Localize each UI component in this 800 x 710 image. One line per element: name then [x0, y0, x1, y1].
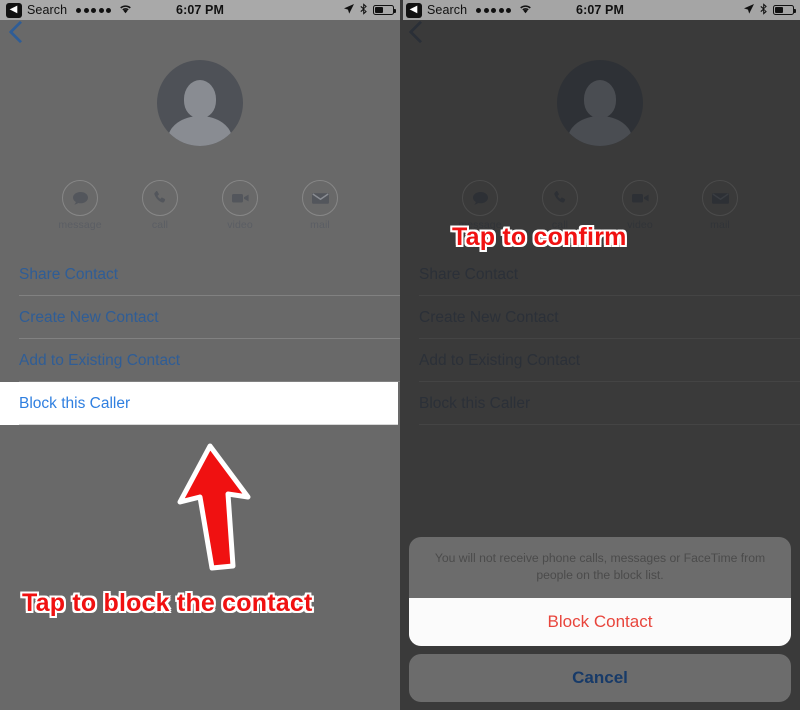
signal-strength-icon: [76, 7, 112, 13]
quick-actions: message call video mail: [0, 180, 400, 231]
avatar-head: [184, 80, 216, 118]
avatar-container: [0, 60, 400, 146]
video-camera-icon: [622, 180, 658, 216]
action-sheet-group: You will not receive phone calls, messag…: [409, 536, 791, 646]
chevron-left-icon[interactable]: [408, 20, 432, 44]
quick-action-call[interactable]: call: [132, 180, 188, 231]
battery-icon: [373, 5, 396, 15]
panel-separator: [400, 0, 403, 710]
list-item-create-new-contact[interactable]: Create New Contact: [0, 296, 400, 339]
list-item-label: Share Contact: [419, 265, 519, 283]
status-bar-left: ◀ Search: [6, 2, 132, 18]
contact-options-list: Share Contact Create New Contact Add to …: [400, 253, 800, 425]
quick-action-mail[interactable]: mail: [692, 180, 748, 231]
panel-step-1: ◀ Search 6:07 PM message call video mail…: [0, 0, 400, 710]
list-item-label: Share Contact: [19, 265, 119, 283]
status-bar: ◀ Search 6:07 PM: [400, 0, 800, 20]
avatar-head: [584, 80, 616, 118]
quick-action-message[interactable]: message: [52, 180, 108, 231]
phone-handset-icon: [542, 180, 578, 216]
list-item-label: Add to Existing Contact: [419, 351, 581, 369]
back-arrow-icon[interactable]: ◀: [406, 2, 422, 18]
message-bubble-icon: [462, 180, 498, 216]
block-contact-button[interactable]: Block Contact: [409, 598, 791, 646]
envelope-icon: [702, 180, 738, 216]
list-item-add-to-existing-contact[interactable]: Add to Existing Contact: [400, 339, 800, 382]
wifi-icon: [119, 3, 132, 17]
bluetooth-icon: [360, 2, 368, 18]
quick-action-label: mail: [310, 219, 330, 231]
block-confirmation-action-sheet: You will not receive phone calls, messag…: [409, 536, 791, 702]
list-item-label: Block this Caller: [419, 394, 531, 412]
list-item-label: Block this Caller: [19, 394, 131, 412]
list-item-create-new-contact[interactable]: Create New Contact: [400, 296, 800, 339]
carrier-label: Search: [27, 3, 68, 17]
panel-step-2: ◀ Search 6:07 PM message call video mail…: [400, 0, 800, 710]
signal-strength-icon: [476, 7, 512, 13]
comparison-screenshot: ◀ Search 6:07 PM message call video mail…: [0, 0, 800, 710]
battery-icon: [773, 5, 796, 15]
list-item-share-contact[interactable]: Share Contact: [0, 253, 400, 296]
status-bar-left: ◀ Search: [406, 2, 532, 18]
phone-handset-icon: [142, 180, 178, 216]
quick-action-label: mail: [710, 219, 730, 231]
action-sheet-message: You will not receive phone calls, messag…: [434, 550, 766, 583]
wifi-icon: [519, 3, 532, 17]
location-arrow-icon: [743, 3, 755, 18]
contact-options-list: Share Contact Create New Contact Add to …: [0, 253, 400, 425]
contact-screen: message call video mail Share Contact Cr…: [0, 20, 400, 425]
back-arrow-icon[interactable]: ◀: [6, 2, 22, 18]
list-item-block-this-caller[interactable]: Block this Caller: [400, 382, 800, 425]
quick-action-label: video: [227, 219, 253, 231]
person-placeholder-avatar: [157, 60, 243, 146]
nav-bar: [0, 20, 400, 54]
quick-action-label: call: [151, 219, 169, 231]
person-placeholder-avatar: [557, 60, 643, 146]
cancel-button[interactable]: Cancel: [409, 654, 791, 702]
avatar-body: [568, 116, 632, 146]
quick-action-mail[interactable]: mail: [292, 180, 348, 231]
list-item-label: Create New Contact: [19, 308, 159, 326]
avatar-body: [168, 116, 232, 146]
carrier-label: Search: [427, 3, 468, 17]
video-camera-icon: [222, 180, 258, 216]
quick-action-label: message: [58, 219, 102, 231]
location-arrow-icon: [343, 3, 355, 18]
list-item-label: Add to Existing Contact: [19, 351, 181, 369]
status-bar: ◀ Search 6:07 PM: [0, 0, 400, 20]
status-bar-right: [343, 2, 396, 18]
red-arrow-up-icon: [177, 443, 251, 571]
list-item-share-contact[interactable]: Share Contact: [400, 253, 800, 296]
quick-action-video[interactable]: video: [212, 180, 268, 231]
list-item-label: Create New Contact: [419, 308, 559, 326]
bluetooth-icon: [760, 2, 768, 18]
avatar-container: [400, 60, 800, 146]
list-item-add-to-existing-contact[interactable]: Add to Existing Contact: [0, 339, 400, 382]
status-bar-right: [743, 2, 796, 18]
message-bubble-icon: [62, 180, 98, 216]
annotation-left: Tap to block the contact: [22, 589, 313, 617]
annotation-right: Tap to confirm: [452, 223, 627, 251]
envelope-icon: [302, 180, 338, 216]
nav-bar: [400, 20, 800, 54]
list-item-block-this-caller[interactable]: Block this Caller: [0, 382, 398, 425]
chevron-left-icon[interactable]: [8, 20, 32, 44]
